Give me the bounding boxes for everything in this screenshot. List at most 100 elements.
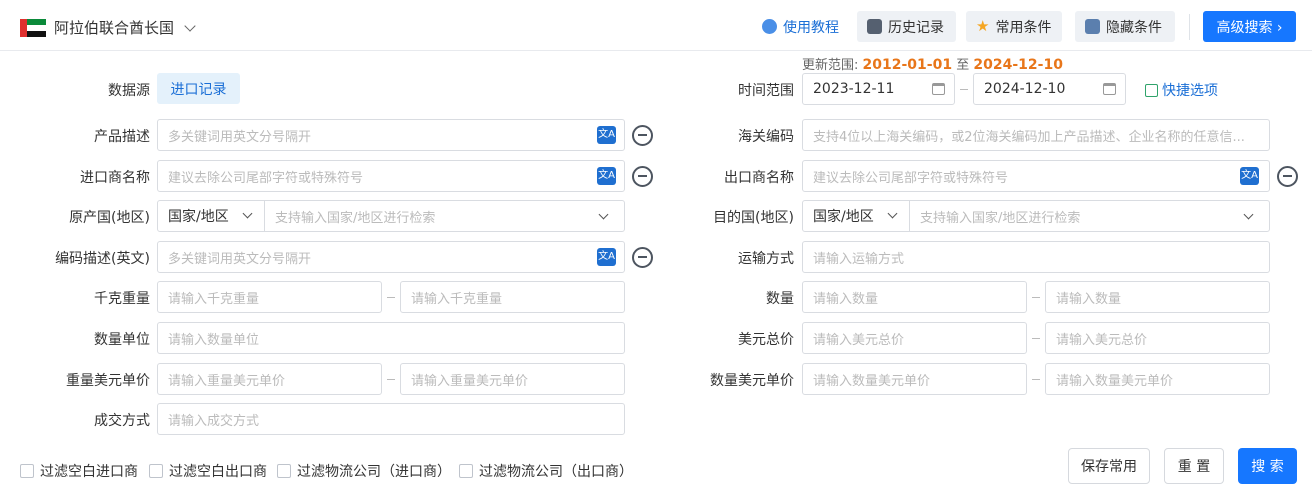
deal-placeholder: 请输入成交方式 [168, 413, 260, 429]
quick-options-label: 快捷选项 [1162, 83, 1218, 99]
translate-icon[interactable]: 文A [597, 167, 616, 185]
save-common-button[interactable]: 保存常用 [1068, 448, 1150, 484]
translate-icon[interactable]: 文A [597, 248, 616, 266]
top-bar: 阿拉伯联合酋长国 使用教程 历史记录 ★ 常用条件 隐藏条件 高级搜索 › [0, 0, 1312, 51]
dest-placeholder: 支持输入国家/地区进行检索 [920, 210, 1081, 226]
range-end: 2024-12-10 [973, 57, 1063, 73]
dest-type-value: 国家/地区 [813, 209, 874, 225]
common-conditions-button[interactable]: ★ 常用条件 [966, 11, 1062, 42]
chevron-down-icon [184, 19, 196, 32]
range-dash [960, 89, 968, 90]
search-icon[interactable] [632, 166, 653, 187]
unit-placeholder: 请输入数量单位 [168, 332, 260, 348]
product-input[interactable]: 多关键词用英文分号隔开 [157, 119, 625, 151]
datasource-label: 数据源 [108, 83, 150, 99]
transport-label: 运输方式 [738, 251, 794, 267]
quick-options-icon [1145, 83, 1158, 97]
checkbox-icon [20, 464, 34, 478]
common-label: 常用条件 [995, 19, 1052, 36]
country-selector[interactable]: 阿拉伯联合酋长国 [20, 17, 196, 38]
filter-label: 过滤空白进口商 [40, 464, 138, 480]
divider [1189, 14, 1190, 40]
qty-max-placeholder: 请输入数量 [1056, 291, 1122, 307]
date-end-value: 2024-12-10 [984, 81, 1066, 97]
history-label: 历史记录 [888, 19, 944, 36]
translate-icon[interactable]: 文A [1240, 167, 1259, 185]
weight-price-max-input[interactable]: 请输入重量美元单价 [400, 363, 625, 395]
datasource-tag[interactable]: 进口记录 [157, 73, 240, 104]
importer-placeholder: 建议去除公司尾部字符或特殊符号 [168, 170, 364, 186]
time-range-label: 时间范围 [738, 83, 794, 99]
history-icon [867, 19, 882, 34]
importer-input[interactable]: 建议去除公司尾部字符或特殊符号 [157, 160, 625, 192]
qty-label: 数量 [766, 291, 794, 307]
calendar-icon [932, 83, 945, 95]
usd-total-max-input[interactable]: 请输入美元总价 [1045, 322, 1270, 354]
product-placeholder: 多关键词用英文分号隔开 [168, 129, 312, 145]
origin-label: 原产国(地区) [69, 210, 150, 226]
weight-price-label: 重量美元单价 [66, 373, 150, 389]
usd-total-min-input[interactable]: 请输入美元总价 [802, 322, 1027, 354]
kg-min-input[interactable]: 请输入千克重量 [157, 281, 382, 313]
hs-input[interactable]: 支持4位以上海关编码，或2位海关编码加上产品描述、企业名称的任意信... [802, 119, 1270, 151]
range-dash [1032, 338, 1040, 339]
history-button[interactable]: 历史记录 [857, 11, 956, 42]
filter-logistics-importer-checkbox[interactable]: 过滤物流公司（进口商） [277, 461, 451, 481]
qty-price-label: 数量美元单价 [710, 373, 794, 389]
qty-price-min-input[interactable]: 请输入数量美元单价 [802, 363, 1027, 395]
product-label: 产品描述 [94, 129, 150, 145]
uae-flag-icon [20, 18, 46, 37]
code-desc-input[interactable]: 多关键词用英文分号隔开 [157, 241, 625, 273]
filter-label: 过滤空白出口商 [169, 464, 267, 480]
filter-label: 过滤物流公司（进口商） [297, 464, 451, 480]
checkbox-icon [277, 464, 291, 478]
usd-total-label: 美元总价 [738, 332, 794, 348]
transport-placeholder: 请输入运输方式 [813, 251, 905, 267]
transport-input[interactable]: 请输入运输方式 [802, 241, 1270, 273]
search-icon[interactable] [632, 125, 653, 146]
country-name: 阿拉伯联合酋长国 [54, 19, 175, 37]
advanced-search-button[interactable]: 高级搜索 › [1203, 11, 1296, 42]
exporter-input[interactable]: 建议去除公司尾部字符或特殊符号 [802, 160, 1270, 192]
translate-icon[interactable]: 文A [597, 126, 616, 144]
hs-placeholder: 支持4位以上海关编码，或2位海关编码加上产品描述、企业名称的任意信... [813, 129, 1245, 145]
qty-price-max-input[interactable]: 请输入数量美元单价 [1045, 363, 1270, 395]
range-dash [387, 379, 395, 380]
filter-logistics-exporter-checkbox[interactable]: 过滤物流公司（出口商） [459, 461, 633, 481]
qty-price-min-placeholder: 请输入数量美元单价 [813, 373, 931, 389]
dest-select[interactable]: 国家/地区 支持输入国家/地区进行检索 [802, 200, 1270, 232]
dest-type-select[interactable]: 国家/地区 [803, 201, 910, 231]
filter-blank-exporter-checkbox[interactable]: 过滤空白出口商 [149, 461, 267, 481]
hide-label: 隐藏条件 [1106, 19, 1162, 36]
advanced-label: 高级搜索 › [1216, 19, 1283, 36]
filter-blank-importer-checkbox[interactable]: 过滤空白进口商 [20, 461, 138, 481]
origin-type-select[interactable]: 国家/地区 [158, 201, 265, 231]
deal-input[interactable]: 请输入成交方式 [157, 403, 625, 435]
quick-options-link[interactable]: 快捷选项 [1145, 80, 1218, 100]
reset-button[interactable]: 重 置 [1164, 448, 1224, 484]
unit-input[interactable]: 请输入数量单位 [157, 322, 625, 354]
kg-max-input[interactable]: 请输入千克重量 [400, 281, 625, 313]
range-dash [1032, 379, 1040, 380]
search-button[interactable]: 搜 索 [1238, 448, 1297, 484]
search-icon[interactable] [1277, 166, 1298, 187]
hide-icon [1085, 19, 1100, 34]
origin-select[interactable]: 国家/地区 支持输入国家/地区进行检索 [157, 200, 625, 232]
qty-min-placeholder: 请输入数量 [813, 291, 879, 307]
qty-min-input[interactable]: 请输入数量 [802, 281, 1027, 313]
weight-price-max-placeholder: 请输入重量美元单价 [411, 373, 529, 389]
qty-max-input[interactable]: 请输入数量 [1045, 281, 1270, 313]
chevron-down-icon [1243, 209, 1254, 220]
search-icon[interactable] [632, 247, 653, 268]
tutorial-button[interactable]: 使用教程 [752, 11, 849, 42]
dest-label: 目的国(地区) [713, 210, 794, 226]
chevron-down-icon [242, 208, 253, 219]
exporter-label: 出口商名称 [724, 170, 794, 186]
hide-conditions-button[interactable]: 隐藏条件 [1075, 11, 1175, 42]
chevron-down-icon [598, 209, 609, 220]
kg-label: 千克重量 [94, 291, 150, 307]
hs-label: 海关编码 [738, 129, 794, 145]
weight-price-min-input[interactable]: 请输入重量美元单价 [157, 363, 382, 395]
code-desc-label: 编码描述(英文) [55, 251, 150, 267]
deal-label: 成交方式 [94, 413, 150, 429]
